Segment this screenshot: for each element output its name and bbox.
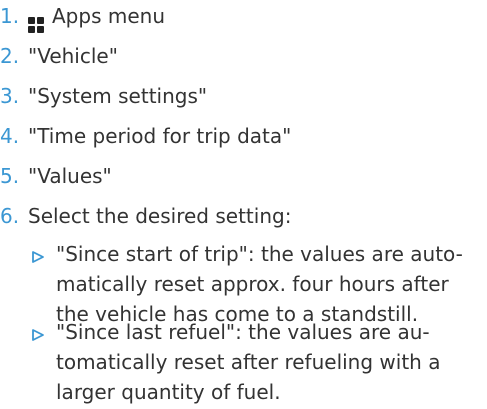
step-number: 3. — [0, 84, 20, 108]
step-3: 3. "System settings" — [0, 83, 207, 109]
step-text: "System settings" — [28, 84, 208, 108]
triangle-arrow-icon — [32, 329, 44, 341]
step-2: 2. "Vehicle" — [0, 43, 118, 69]
instruction-page: 1. Apps menu 2. "Vehicle" 3. "System settin… — [0, 0, 487, 409]
option-1-line-2: matically reset approx. four hours after — [56, 272, 449, 296]
option-2-line-1: "Since last refuel": the values are au- — [56, 320, 430, 344]
step-number: 1. — [0, 4, 20, 28]
option-2-line-2: tomatically reset after refueling with a — [56, 350, 441, 374]
step-6: 6. Select the desired setting: — [0, 203, 291, 229]
step-4: 4. "Time period for trip data" — [0, 123, 291, 149]
step-text: "Vehicle" — [28, 44, 118, 68]
step-number: 4. — [0, 124, 20, 148]
step-1: 1. Apps menu — [0, 3, 165, 33]
step-number: 5. — [0, 164, 20, 188]
step-number: 2. — [0, 44, 20, 68]
option-2-line-3: larger quantity of fuel. — [56, 380, 281, 404]
step-5: 5. "Values" — [0, 163, 112, 189]
step-text: Select the desired setting: — [28, 204, 292, 228]
step-text: Apps menu — [52, 4, 165, 28]
apps-menu-icon — [28, 17, 44, 33]
step-text: "Values" — [28, 164, 112, 188]
step-text: "Time period for trip data" — [28, 124, 292, 148]
option-1-line-1: "Since start of trip": the values are au… — [56, 242, 463, 266]
step-number: 6. — [0, 204, 20, 228]
triangle-arrow-icon — [32, 251, 44, 263]
